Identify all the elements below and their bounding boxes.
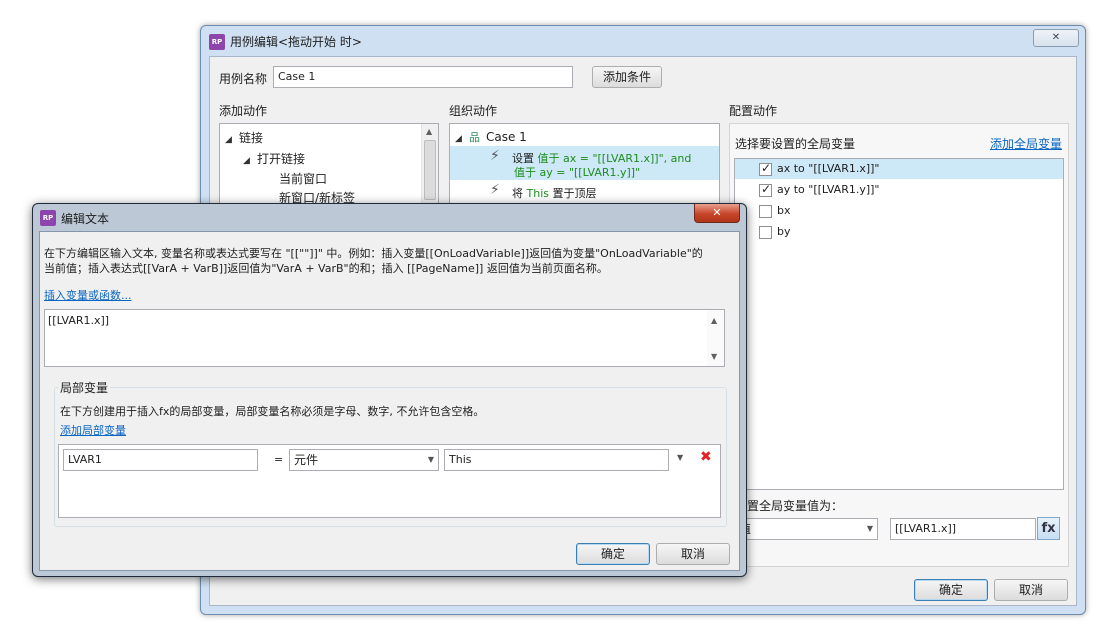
chevron-down-icon: ▼ bbox=[427, 455, 434, 464]
target-dropdown-chevron-icon[interactable]: ▼ bbox=[677, 453, 683, 462]
action-set-variable[interactable]: ⚡ 设置 值于 ax = "[[LVAR1.x]]", and 值于 ay = … bbox=[450, 146, 719, 180]
tree-scroll-thumb[interactable] bbox=[424, 140, 436, 200]
select-global-var-label: 选择要设置的全局变量 bbox=[735, 137, 856, 151]
chevron-down-icon: ▼ bbox=[866, 524, 873, 533]
case-node[interactable]: ◢ 品 Case 1 bbox=[455, 129, 527, 145]
lightning-icon: ⚡ bbox=[490, 148, 500, 164]
global-variable-list: ax to "[[LVAR1.x]]" ay to "[[LVAR1.y]]" … bbox=[734, 158, 1064, 490]
scroll-up-icon[interactable]: ▲ bbox=[711, 316, 717, 325]
insert-variable-link[interactable]: 插入变量或函数... bbox=[44, 287, 132, 303]
local-variable-name-input[interactable]: LVAR1 bbox=[63, 449, 258, 471]
edit-cancel-button[interactable]: 取消 bbox=[656, 543, 730, 565]
local-variable-list: LVAR1 = 元件 ▼ This ▼ ✖ bbox=[58, 444, 721, 518]
case-dialog-close-button[interactable]: ✕ bbox=[1033, 29, 1079, 47]
edit-dialog-close-button[interactable]: ✕ bbox=[694, 204, 740, 223]
fx-button[interactable]: fx bbox=[1037, 517, 1060, 540]
global-var-checkbox[interactable] bbox=[759, 182, 772, 197]
lightning-icon: ⚡ bbox=[490, 182, 500, 198]
configure-action-header: 配置动作 bbox=[729, 104, 778, 118]
organize-action-list: ◢ 品 Case 1 ⚡ 设置 值于 ax = "[[LVAR1.x]]", and… bbox=[449, 123, 720, 213]
case-ok-button[interactable]: 确定 bbox=[914, 579, 988, 601]
add-condition-button[interactable]: 添加条件 bbox=[592, 66, 662, 88]
local-variable-description: 在下方创建用于插入fx的局部变量，局部变量名称必须是字母、数字, 不允许包含空格… bbox=[60, 405, 485, 418]
add-local-variable-link[interactable]: 添加局部变量 bbox=[60, 422, 126, 438]
local-variable-type-select[interactable]: 元件 ▼ bbox=[289, 449, 439, 471]
rp-app-icon: RP bbox=[209, 34, 225, 50]
global-var-row[interactable]: bx bbox=[735, 201, 1063, 221]
text-edit-value: [[LVAR1.x]] bbox=[48, 314, 110, 327]
edit-dialog-body: 在下方编辑区输入文本, 变量名称或表达式要写在 "[[""]]" 中。例如：插入… bbox=[39, 231, 740, 571]
instruction-text: 在下方编辑区输入文本, 变量名称或表达式要写在 "[[""]]" 中。例如：插入… bbox=[44, 247, 703, 275]
configure-panel: 选择要设置的全局变量 添加全局变量 ax to "[[LVAR1.x]]" ay… bbox=[729, 123, 1069, 567]
equals-sign: = bbox=[274, 453, 284, 466]
local-variable-group-title: 局部变量 bbox=[58, 379, 111, 396]
tree-scrollbar[interactable]: ▲ bbox=[421, 124, 438, 212]
edit-ok-button[interactable]: 确定 bbox=[576, 543, 650, 565]
expand-triangle-icon: ◢ bbox=[243, 156, 250, 166]
local-variable-target-input[interactable]: This bbox=[444, 449, 669, 471]
global-var-row[interactable]: ax to "[[LVAR1.x]]" bbox=[735, 159, 1063, 179]
tree-item-links[interactable]: ◢ 链接 bbox=[225, 129, 263, 146]
global-var-row[interactable]: by bbox=[735, 222, 1063, 242]
value-input[interactable]: [[LVAR1.x]] bbox=[890, 518, 1036, 540]
edit-dialog-title: 编辑文本 bbox=[61, 212, 110, 226]
organize-action-header: 组织动作 bbox=[449, 104, 498, 118]
set-global-value-label: 设置全局变量值为： bbox=[735, 499, 844, 513]
case-tree-icon: 品 bbox=[469, 131, 480, 144]
tree-item-current-window[interactable]: 当前窗口 bbox=[279, 170, 327, 187]
delete-variable-icon[interactable]: ✖ bbox=[700, 449, 712, 465]
text-edit-area[interactable]: [[LVAR1.x]] ▲ ▼ bbox=[44, 309, 725, 367]
case-cancel-button[interactable]: 取消 bbox=[994, 579, 1068, 601]
add-action-tree: ◢ 链接 ◢ 打开链接 当前窗口 新窗口/新标签 ▲ bbox=[219, 123, 439, 213]
case-name-label: 用例名称 bbox=[219, 72, 268, 86]
global-var-checkbox[interactable] bbox=[759, 205, 772, 218]
global-var-row[interactable]: ay to "[[LVAR1.y]]" bbox=[735, 180, 1063, 200]
edit-text-dialog: RP 编辑文本 ✕ 在下方编辑区输入文本, 变量名称或表达式要写在 "[[""]… bbox=[32, 203, 747, 577]
case-dialog-title: 用例编辑<拖动开始 时> bbox=[230, 35, 362, 49]
action-bring-to-front[interactable]: ⚡ 将 This 置于顶层 bbox=[450, 181, 719, 201]
expand-triangle-icon: ◢ bbox=[455, 134, 462, 144]
scroll-down-icon[interactable]: ▼ bbox=[711, 352, 717, 361]
text-area-scrollbar[interactable]: ▲ ▼ bbox=[707, 310, 724, 366]
rp-app-icon: RP bbox=[40, 210, 56, 226]
scroll-up-icon[interactable]: ▲ bbox=[426, 127, 432, 136]
global-var-checkbox[interactable] bbox=[759, 226, 772, 239]
add-global-variable-link[interactable]: 添加全局变量 bbox=[990, 135, 1062, 152]
add-action-header: 添加动作 bbox=[219, 104, 268, 118]
global-var-checkbox[interactable] bbox=[759, 161, 772, 176]
case-name-input[interactable]: Case 1 bbox=[273, 66, 573, 88]
expand-triangle-icon: ◢ bbox=[225, 135, 232, 145]
value-type-select[interactable]: 值 ▼ bbox=[734, 518, 878, 540]
tree-item-open-link[interactable]: ◢ 打开链接 bbox=[243, 150, 305, 167]
